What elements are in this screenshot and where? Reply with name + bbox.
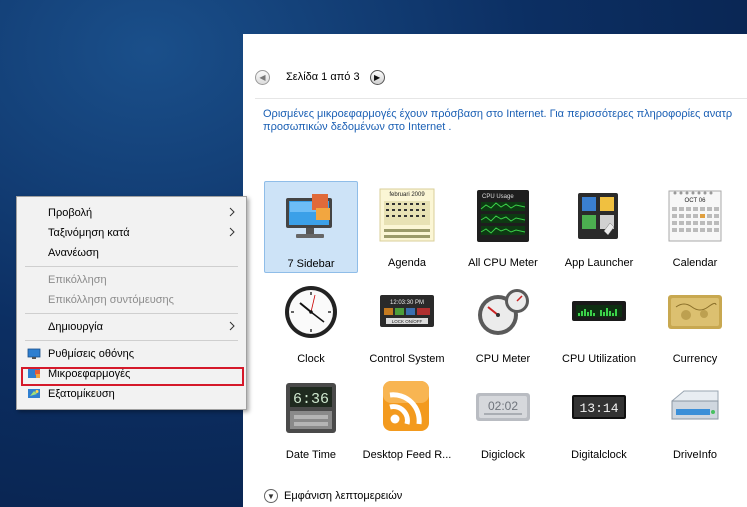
app-launcher-icon bbox=[578, 193, 618, 239]
page-indicator: Σελίδα 1 από 3 bbox=[286, 71, 360, 83]
rss-feed-icon bbox=[383, 381, 429, 431]
control-lock-text: LOCK ON/OFF bbox=[392, 319, 423, 324]
sidebar-monitor-icon bbox=[286, 194, 332, 238]
control-system-icon: 12:03:30 PM LOCK ON/OFF bbox=[380, 295, 434, 327]
gadget-date-time[interactable]: 6:36 Date Time bbox=[264, 373, 358, 465]
digiclock-text: 02:02 bbox=[488, 399, 518, 413]
chevron-right-icon bbox=[229, 321, 235, 331]
info-line-2[interactable]: προσωπικών δεδομένων στο Internet . bbox=[263, 121, 747, 134]
digitalclock-text: 13:14 bbox=[579, 401, 618, 416]
menu-item-sort-by[interactable]: Ταξινόμηση κατά bbox=[17, 223, 246, 243]
digiclock-icon: 02:02 bbox=[476, 393, 530, 421]
menu-item-label: Επικόλληση συντόμευσης bbox=[48, 294, 174, 306]
control-time-text: 12:03:30 PM bbox=[390, 300, 424, 306]
date-time-icon: 6:36 bbox=[286, 383, 336, 433]
header-divider bbox=[255, 98, 747, 99]
gadget-all-cpu-meter[interactable]: CPU Usage All CPU Meter bbox=[456, 181, 550, 273]
chevron-left-icon: ◀ bbox=[259, 72, 266, 82]
clock-icon bbox=[285, 286, 337, 338]
gadget-label: Calendar bbox=[672, 257, 718, 269]
menu-item-label: Εξατομίκευση bbox=[48, 388, 115, 400]
gadget-calendar[interactable]: OCT 06 Calendar bbox=[648, 181, 742, 273]
show-details-label: Εμφάνιση λεπτομερειών bbox=[284, 490, 403, 502]
gadget-desktop-feed-reader[interactable]: Desktop Feed R... bbox=[360, 373, 454, 465]
agenda-header-text: februari 2009 bbox=[389, 192, 425, 198]
menu-item-view[interactable]: Προβολή bbox=[17, 203, 246, 223]
gadget-digiclock[interactable]: 02:02 Digiclock bbox=[456, 373, 550, 465]
gadget-cpu-utilization[interactable]: CPU Utilization bbox=[552, 277, 646, 369]
gadget-currency[interactable]: Currency bbox=[648, 277, 742, 369]
chevron-right-icon bbox=[229, 207, 235, 217]
show-details-toggle[interactable]: ▼ Εμφάνιση λεπτομερειών bbox=[264, 489, 402, 503]
gadget-driveinfo[interactable]: DriveInfo bbox=[648, 373, 742, 465]
currency-card-icon bbox=[668, 295, 722, 329]
menu-item-label: Ανανέωση bbox=[48, 247, 99, 259]
menu-item-label: Δημιουργία bbox=[48, 321, 103, 333]
highlight-box bbox=[21, 367, 244, 386]
cpu-utilization-icon bbox=[572, 301, 626, 321]
gadget-label: Currency bbox=[672, 353, 718, 365]
gadget-app-launcher[interactable]: App Launcher bbox=[552, 181, 646, 273]
menu-separator bbox=[25, 340, 238, 341]
gadget-digitalclock[interactable]: 13:14 Digitalclock bbox=[552, 373, 646, 465]
gadget-clock[interactable]: Clock bbox=[264, 277, 358, 369]
cpu-gauge-icon bbox=[478, 289, 529, 335]
menu-item-display-settings[interactable]: Ρυθμίσεις οθόνης bbox=[17, 344, 246, 364]
gadget-control-system[interactable]: 12:03:30 PM LOCK ON/OFF Control System bbox=[360, 277, 454, 369]
menu-separator bbox=[25, 266, 238, 267]
calendar-month-text: OCT 06 bbox=[685, 198, 707, 204]
menu-item-paste[interactable]: Επικόλληση bbox=[17, 270, 246, 290]
info-line-1[interactable]: Ορισμένες μικροεφαρμογές έχουν πρόσβαση … bbox=[263, 108, 747, 121]
chevron-right-icon bbox=[229, 227, 235, 237]
menu-item-label: Προβολή bbox=[48, 207, 93, 219]
menu-item-label: Ρυθμίσεις οθόνης bbox=[48, 348, 135, 360]
menu-item-label: Ταξινόμηση κατά bbox=[48, 227, 130, 239]
gadget-7-sidebar[interactable]: 7 Sidebar bbox=[264, 181, 358, 273]
chevron-right-icon: ▶ bbox=[374, 72, 381, 82]
cpu-graph-icon: CPU Usage bbox=[477, 190, 529, 242]
date-time-text: 6:36 bbox=[293, 391, 329, 408]
gadget-gallery-window: ◀ Σελίδα 1 από 3 ▶ Ορισμένες μικροεφαρμο… bbox=[243, 34, 747, 507]
chevron-down-icon: ▼ bbox=[264, 489, 278, 503]
gadget-cpu-meter[interactable]: CPU Meter bbox=[456, 277, 550, 369]
agenda-calendar-icon: februari 2009 bbox=[379, 188, 435, 242]
gadget-label: DriveInfo bbox=[672, 449, 718, 461]
calendar-icon: OCT 06 bbox=[668, 190, 722, 242]
desktop-context-menu: Προβολή Ταξινόμηση κατά Ανανέωση Επικόλλ… bbox=[16, 196, 247, 410]
page-navigator: ◀ Σελίδα 1 από 3 ▶ bbox=[255, 68, 385, 86]
menu-item-paste-shortcut[interactable]: Επικόλληση συντόμευσης bbox=[17, 290, 246, 310]
drive-info-icon bbox=[671, 390, 719, 420]
menu-item-label: Επικόλληση bbox=[48, 274, 107, 286]
menu-item-refresh[interactable]: Ανανέωση bbox=[17, 243, 246, 263]
internet-info-text[interactable]: Ορισμένες μικροεφαρμογές έχουν πρόσβαση … bbox=[263, 108, 747, 134]
menu-separator bbox=[25, 313, 238, 314]
menu-item-new[interactable]: Δημιουργία bbox=[17, 317, 246, 337]
cpu-usage-text: CPU Usage bbox=[482, 194, 514, 200]
gadget-agenda[interactable]: februari 2009 Agenda bbox=[360, 181, 454, 273]
previous-page-button[interactable]: ◀ bbox=[255, 69, 270, 85]
display-settings-icon bbox=[27, 348, 41, 359]
next-page-button[interactable]: ▶ bbox=[369, 69, 385, 85]
digitalclock-icon: 13:14 bbox=[572, 395, 626, 419]
menu-item-personalize[interactable]: Εξατομίκευση bbox=[17, 384, 246, 404]
personalize-icon bbox=[28, 389, 40, 398]
